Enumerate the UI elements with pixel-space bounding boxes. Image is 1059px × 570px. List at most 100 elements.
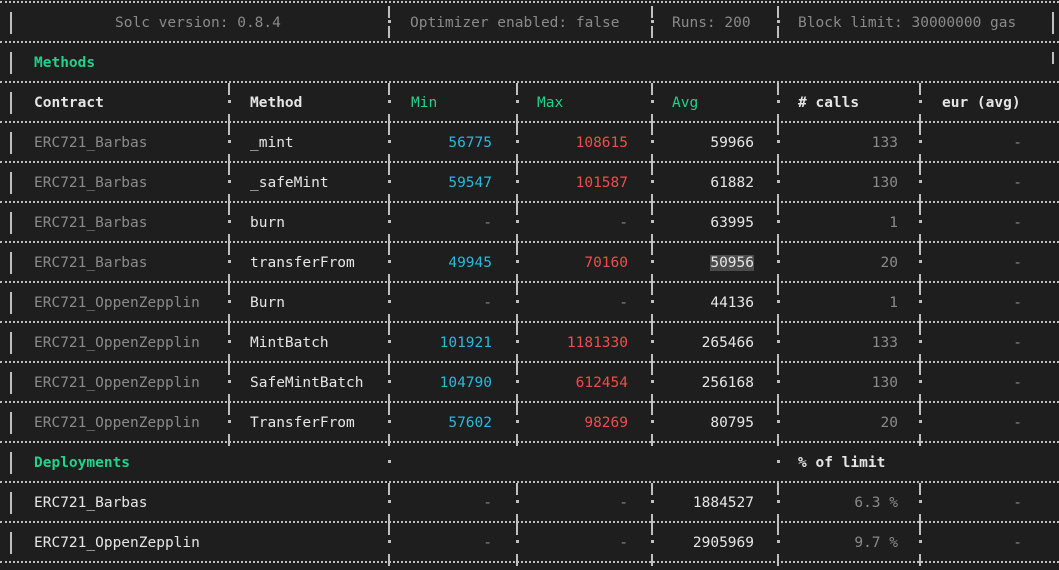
- column-separator-pipe: [516, 123, 518, 135]
- column-separator-pipe: [777, 403, 779, 415]
- column-separator-dot: [651, 500, 654, 503]
- column-separator-pipe: [651, 26, 653, 38]
- column-separator-dot: [516, 540, 519, 543]
- column-separator-pipe: [10, 262, 12, 274]
- column-separator-pipe: [388, 123, 390, 135]
- column-separator-pipe: [388, 203, 390, 215]
- column-separator-dot: [919, 420, 922, 423]
- column-separator-pipe: [777, 123, 779, 135]
- table-divider: [0, 81, 1059, 83]
- column-separator-dot: [919, 140, 922, 143]
- column-separator-dot: [651, 220, 654, 223]
- column-separator-pipe: [10, 102, 12, 114]
- optimizer-status: Optimizer enabled: false: [410, 15, 620, 31]
- column-separator-dot: [228, 220, 231, 223]
- column-separator-dot: [919, 180, 922, 183]
- table-divider: [0, 1, 1059, 3]
- column-separator-pipe: [919, 123, 921, 135]
- column-separator-pipe: [651, 163, 653, 175]
- column-separator-pipe: [516, 283, 518, 295]
- column-separator-dot: [651, 380, 654, 383]
- column-separator-pipe: [388, 554, 390, 566]
- column-separator-dot: [388, 220, 391, 223]
- column-separator-pipe: [919, 403, 921, 415]
- column-separator-dot: [777, 300, 780, 303]
- table-divider: [0, 481, 1059, 483]
- column-separator-dot: [388, 420, 391, 423]
- column-separator-pipe: [919, 434, 921, 446]
- contract-name: ERC721_Barbas: [34, 175, 148, 191]
- table-divider: [0, 241, 1059, 243]
- column-separator-dot: [516, 500, 519, 503]
- column-separator-pipe: [516, 163, 518, 175]
- column-header-avg: Avg: [672, 95, 699, 111]
- column-separator-pipe: [777, 203, 779, 215]
- contract-name: ERC721_Barbas: [34, 255, 148, 271]
- column-separator-dot: [388, 20, 391, 23]
- column-separator-dot: [388, 380, 391, 383]
- methods-section-title: Methods: [34, 55, 96, 71]
- table-divider: [0, 281, 1059, 283]
- column-separator-pipe: [228, 123, 230, 135]
- column-separator-pipe: [919, 203, 921, 215]
- method-name: Burn: [250, 295, 285, 311]
- runs-count: Runs: 200: [672, 15, 751, 31]
- table-divider: [0, 561, 1059, 563]
- table-divider: [0, 441, 1059, 443]
- column-separator-dot: [228, 300, 231, 303]
- column-separator-pipe: [10, 382, 12, 394]
- column-separator-pipe: [10, 422, 12, 434]
- table-divider: [0, 41, 1059, 43]
- column-separator-pipe: [388, 163, 390, 175]
- column-separator-pipe: [919, 483, 921, 495]
- column-separator-dot: [516, 140, 519, 143]
- column-separator-dot: [777, 460, 780, 463]
- terminal-output: Solc version: 0.8.4 Optimizer enabled: f…: [0, 0, 1059, 570]
- column-separator-dot: [777, 420, 780, 423]
- column-separator-pipe: [516, 83, 518, 95]
- column-separator-dot: [228, 380, 231, 383]
- column-separator-pipe: [777, 363, 779, 375]
- method-name: burn: [250, 215, 285, 231]
- column-separator-dot: [919, 540, 922, 543]
- column-separator-dot: [228, 140, 231, 143]
- column-separator-dot: [777, 540, 780, 543]
- column-separator-pipe: [10, 342, 12, 354]
- column-header-contract: Contract: [34, 95, 104, 111]
- column-separator-pipe: [777, 434, 779, 446]
- column-separator-pipe: [1052, 22, 1054, 34]
- column-separator-pipe: [651, 283, 653, 295]
- table-divider: [0, 401, 1059, 403]
- column-separator-pipe: [651, 363, 653, 375]
- column-separator-pipe: [388, 26, 390, 38]
- column-separator-pipe: [777, 163, 779, 175]
- eur-avg: -: [1013, 255, 1022, 271]
- column-separator-pipe: [388, 243, 390, 255]
- column-separator-pipe: [777, 483, 779, 495]
- column-separator-dot: [228, 340, 231, 343]
- column-separator-pipe: [10, 182, 12, 194]
- column-separator-dot: [651, 180, 654, 183]
- column-separator-pipe: [651, 203, 653, 215]
- column-separator-dot: [388, 500, 391, 503]
- column-separator-pipe: [777, 6, 779, 18]
- column-separator-pipe: [1052, 52, 1054, 64]
- deployments-section-title: Deployments: [34, 455, 131, 471]
- column-separator-dot: [651, 300, 654, 303]
- column-separator-dot: [388, 100, 391, 103]
- column-separator-pipe: [919, 83, 921, 95]
- column-separator-pipe: [10, 22, 12, 34]
- contract-name: ERC721_OppenZepplin: [34, 415, 200, 431]
- column-separator-pipe: [10, 302, 12, 314]
- column-separator-pipe: [919, 523, 921, 535]
- column-separator-dot: [516, 300, 519, 303]
- column-separator-pipe: [388, 434, 390, 446]
- column-separator-dot: [388, 540, 391, 543]
- column-separator-dot: [777, 500, 780, 503]
- column-separator-pipe: [228, 163, 230, 175]
- eur-avg: -: [1013, 175, 1022, 191]
- column-separator-pipe: [228, 203, 230, 215]
- column-separator-pipe: [651, 403, 653, 415]
- column-separator-dot: [777, 220, 780, 223]
- column-separator-pipe: [651, 523, 653, 535]
